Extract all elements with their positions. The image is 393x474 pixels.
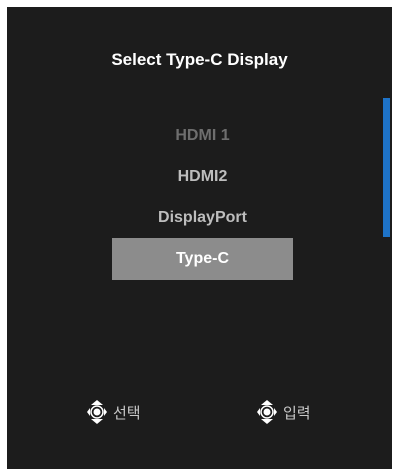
- display-option-list: HDMI 1 HDMI2 DisplayPort Type-C: [112, 115, 293, 280]
- page-title: Select Type-C Display: [111, 50, 288, 69]
- scrollbar[interactable]: [383, 98, 390, 237]
- enter-hint: 입력: [256, 399, 311, 425]
- option-displayport[interactable]: DisplayPort: [112, 197, 293, 238]
- select-hint: 선택: [86, 399, 141, 425]
- joystick-updown-icon: [87, 400, 107, 424]
- select-label: 선택: [113, 404, 141, 422]
- option-hdmi2[interactable]: HDMI2: [112, 156, 293, 197]
- joystick-press-icon: [257, 400, 277, 424]
- option-type-c[interactable]: Type-C: [112, 238, 293, 280]
- option-hdmi1[interactable]: HDMI 1: [112, 115, 293, 156]
- osd-panel: Select Type-C Display HDMI 1 HDMI2 Displ…: [7, 7, 392, 469]
- enter-label: 입력: [283, 404, 311, 422]
